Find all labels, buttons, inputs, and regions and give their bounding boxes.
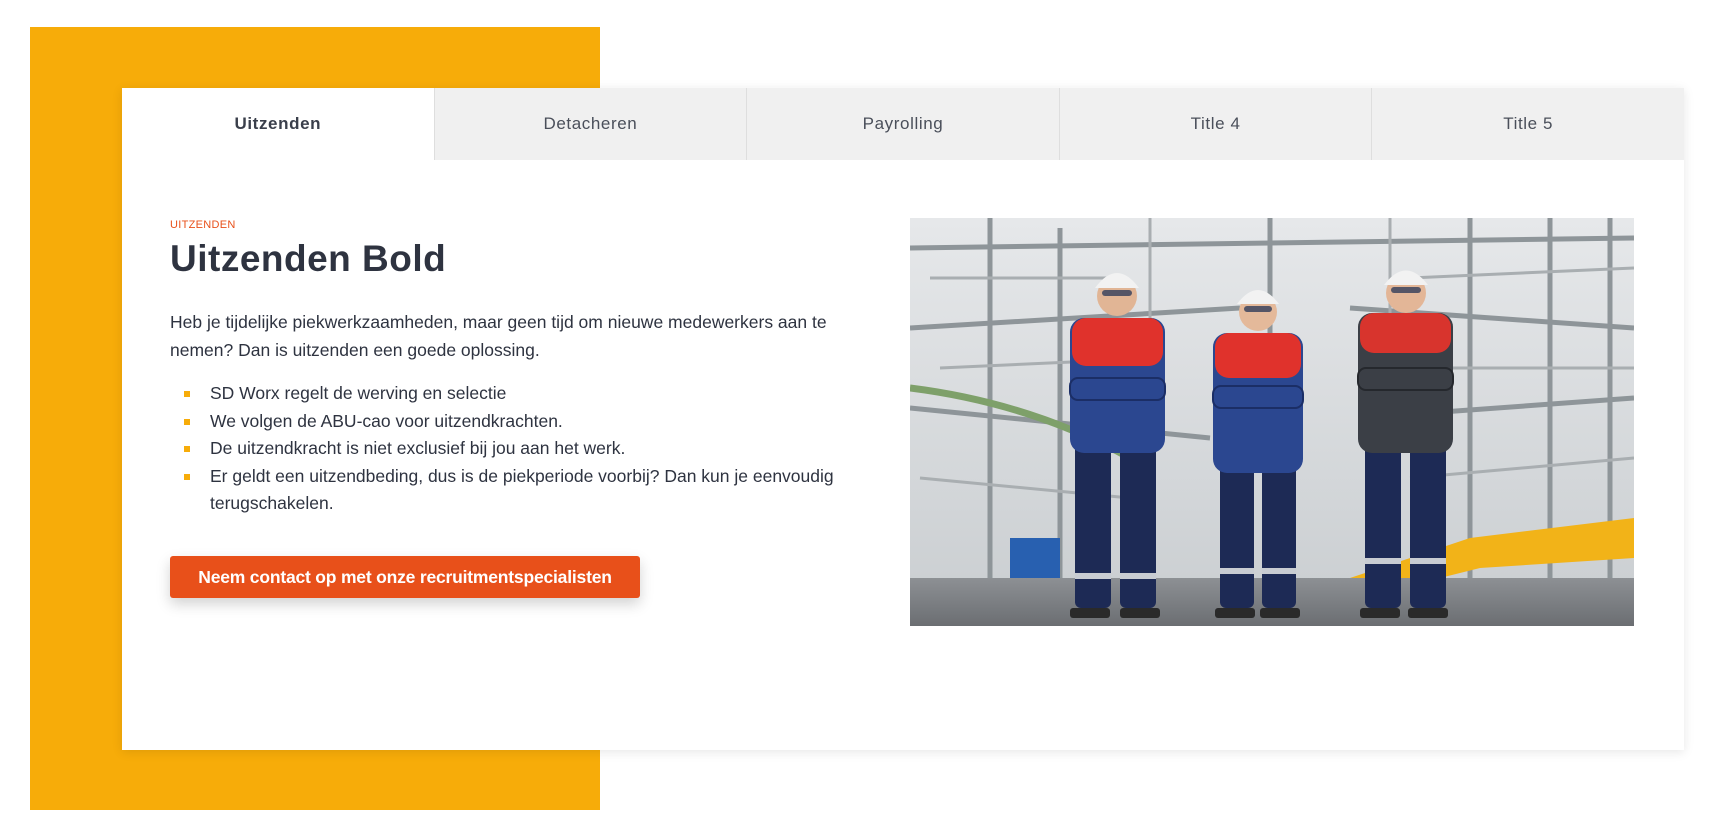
section-eyebrow: UITZENDEN [170, 219, 236, 231]
tabbed-content-card: Uitzenden Detacheren Payrolling Title 4 … [122, 88, 1684, 750]
tab-title-4[interactable]: Title 4 [1058, 88, 1372, 160]
tab-detacheren[interactable]: Detacheren [433, 88, 747, 160]
benefit-list: SD Worx regelt de werving en selectie We… [170, 380, 870, 518]
bullet-square-icon [184, 418, 190, 425]
workers-photo [910, 218, 1634, 626]
bullet-square-icon [184, 446, 190, 452]
panel-title: Uitzenden Bold [170, 238, 447, 279]
contact-recruitment-button[interactable]: Neem contact op met onze recruitmentspec… [170, 556, 640, 598]
list-item: SD Worx regelt de werving en selectie [170, 380, 870, 408]
tab-bar: Uitzenden Detacheren Payrolling Title 4 … [122, 88, 1684, 160]
list-item: Er geldt een uitzendbeding, dus is de pi… [170, 463, 870, 518]
bullet-square-icon [184, 391, 190, 397]
list-item-text: De uitzendkracht is niet exclusief bij j… [210, 438, 626, 458]
list-item: We volgen de ABU-cao voor uitzendkrachte… [170, 408, 870, 436]
list-item: De uitzendkracht is niet exclusief bij j… [170, 435, 870, 463]
tab-payrolling[interactable]: Payrolling [746, 88, 1059, 160]
bullet-square-icon [184, 473, 190, 480]
panel-lead-text: Heb je tijdelijke piekwerkzaamheden, maa… [170, 312, 827, 360]
tab-uitzenden[interactable]: Uitzenden [122, 88, 434, 160]
list-item-text: SD Worx regelt de werving en selectie [210, 383, 507, 403]
list-item-text: Er geldt een uitzendbeding, dus is de pi… [210, 465, 834, 514]
list-item-text: We volgen de ABU-cao voor uitzendkrachte… [210, 410, 563, 431]
tab-title-5[interactable]: Title 5 [1371, 88, 1684, 160]
